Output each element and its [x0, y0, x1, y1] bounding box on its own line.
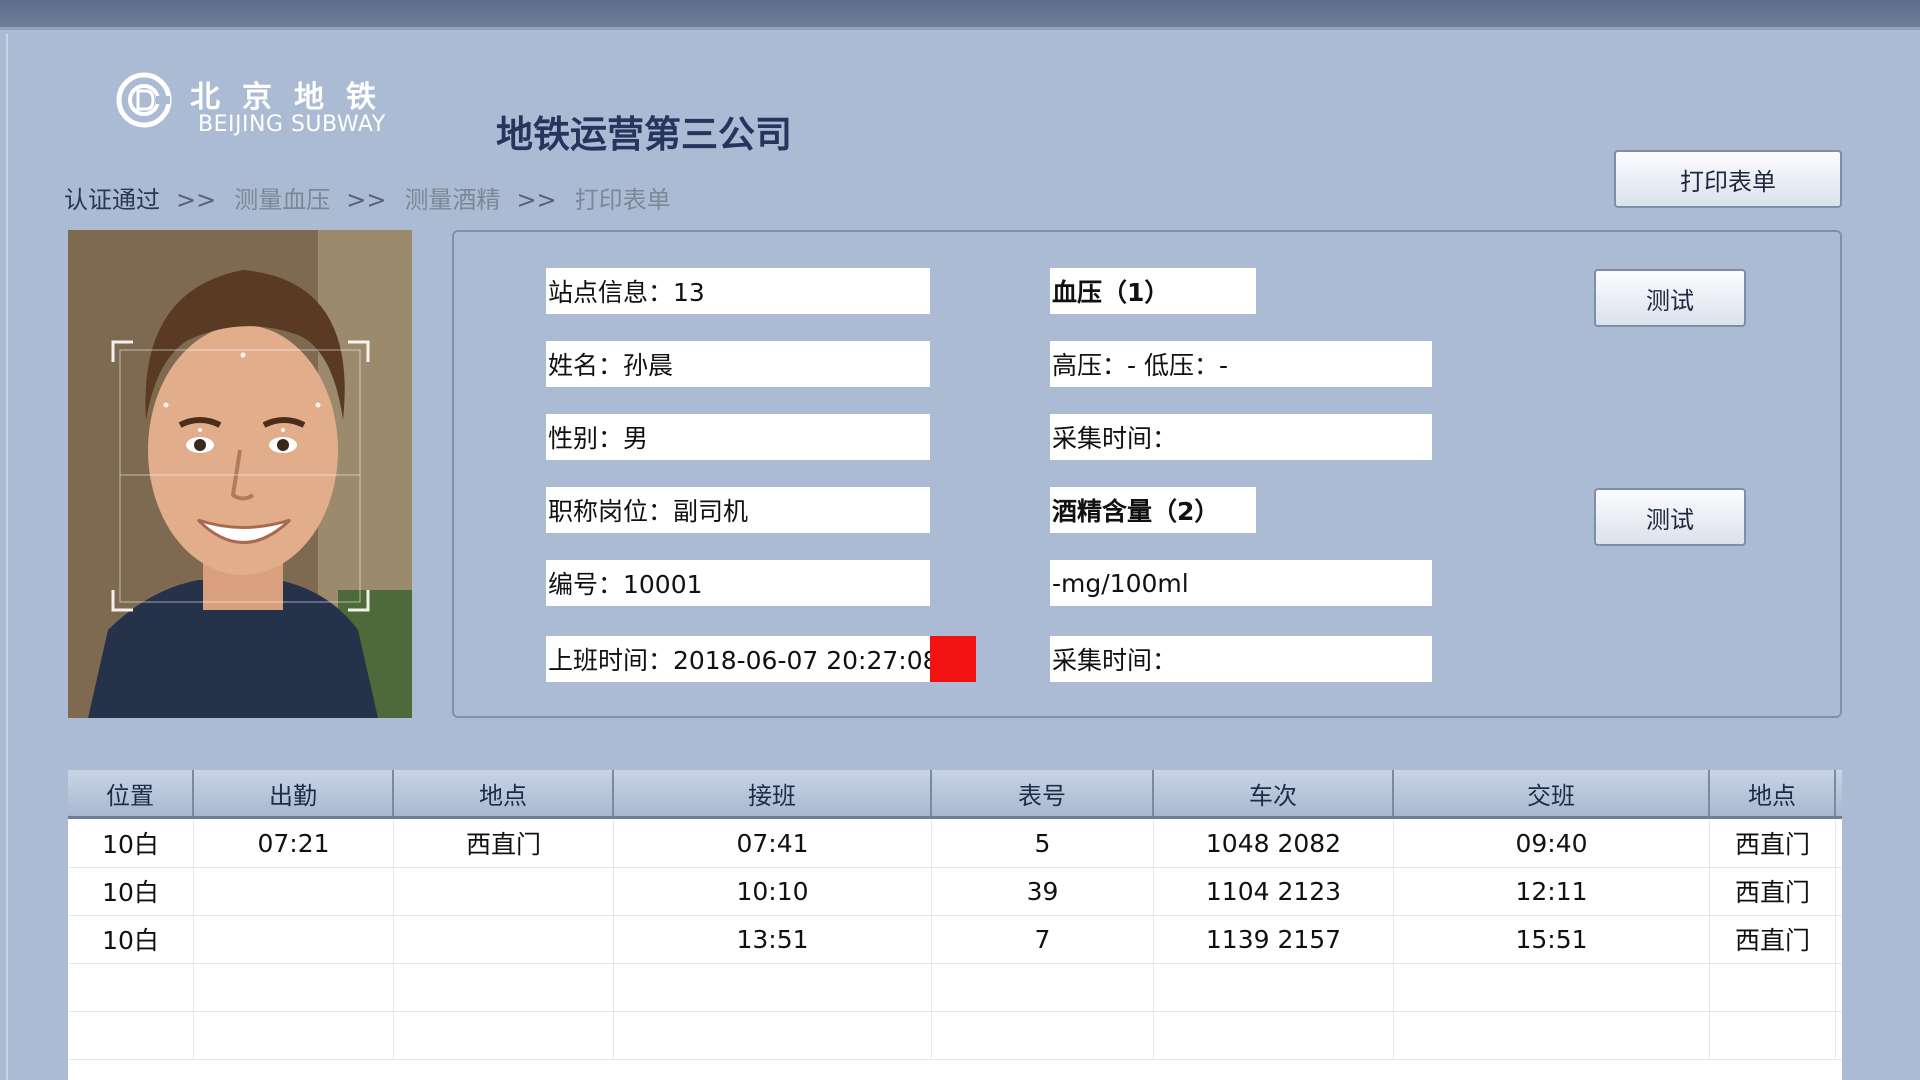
- table-cell: 10白: [68, 867, 194, 915]
- alcohol-title: 酒精含量（2）: [1050, 487, 1256, 533]
- alcohol-value: -mg/100ml: [1050, 560, 1432, 606]
- position-field: 职称岗位：副司机: [546, 487, 930, 533]
- table-cell: 西直门: [394, 819, 614, 867]
- breadcrumb-step-blood-pressure: 测量血压: [234, 186, 331, 214]
- test-alcohol-button[interactable]: 测试: [1594, 488, 1746, 546]
- alcohol-time: 采集时间：: [1050, 636, 1432, 682]
- blood-pressure-value: 高压：- 低压：-: [1050, 341, 1432, 387]
- window-frame: [6, 34, 8, 1080]
- table-row[interactable]: 10白 13:51 7 1139 2157 15:51 西直门: [68, 915, 1842, 964]
- column-header-train: 车次: [1154, 770, 1394, 816]
- breadcrumb-separator: >>: [346, 186, 387, 214]
- table-cell: 1048 2082: [1154, 819, 1394, 867]
- table-row[interactable]: 10白 10:10 39 1104 2123 12:11 西直门: [68, 867, 1842, 916]
- face-scan-image: [68, 230, 412, 718]
- table-cell: 5: [932, 819, 1154, 867]
- table-cell: 1139 2157: [1154, 915, 1394, 963]
- logo-chinese-text: 北京地铁: [190, 80, 398, 115]
- table-row-empty: [68, 1011, 1842, 1060]
- breadcrumb-step-auth: 认证通过: [64, 186, 160, 214]
- print-form-button[interactable]: 打印表单: [1614, 150, 1842, 208]
- table-cell: 07:21: [194, 819, 394, 867]
- column-header-location: 位置: [68, 770, 194, 816]
- table-cell: 15:51: [1394, 915, 1710, 963]
- column-header-handover: 交班: [1394, 770, 1710, 816]
- table-row[interactable]: 10白 07:21 西直门 07:41 5 1048 2082 09:40 西直…: [68, 819, 1842, 868]
- table-cell: 07:41: [614, 819, 932, 867]
- employee-number-field: 编号：10001: [546, 560, 930, 606]
- table-cell: 7: [932, 915, 1154, 963]
- column-header-meter: 表号: [932, 770, 1154, 816]
- table-cell: [394, 867, 614, 915]
- column-header-place-2: 地点: [1710, 770, 1836, 816]
- breadcrumb-step-alcohol: 测量酒精: [404, 186, 501, 214]
- table-cell: 10白: [68, 819, 194, 867]
- gender-field: 性别：男: [546, 414, 930, 460]
- table-cell: 西直门: [1710, 915, 1836, 963]
- blood-pressure-title: 血压（1）: [1050, 268, 1256, 314]
- table-header: 位置 出勤 地点 接班 表号 车次 交班 地点: [68, 770, 1842, 819]
- shift-table: 位置 出勤 地点 接班 表号 车次 交班 地点 10白 07:21 西直门 07…: [68, 770, 1842, 1080]
- table-cell: 1104 2123: [1154, 867, 1394, 915]
- logo-english-text: BEIJING SUBWAY: [198, 112, 386, 137]
- blood-pressure-time: 采集时间：: [1050, 414, 1432, 460]
- table-cell: 10白: [68, 915, 194, 963]
- breadcrumb-separator: >>: [176, 186, 217, 214]
- breadcrumb-separator: >>: [516, 186, 557, 214]
- table-cell: 10:10: [614, 867, 932, 915]
- table-row-empty: [68, 963, 1842, 1012]
- breadcrumb: 认证通过 >> 测量血压 >> 测量酒精 >> 打印表单: [64, 180, 671, 215]
- table-cell: [194, 867, 394, 915]
- start-time-field: 上班时间：2018-06-07 20:27:08: [546, 636, 939, 682]
- name-field: 姓名：孙晨: [546, 341, 930, 387]
- beijing-subway-logo-icon: [116, 72, 172, 128]
- breadcrumb-step-print: 打印表单: [574, 186, 671, 214]
- table-cell: [194, 915, 394, 963]
- company-title: 地铁运营第三公司: [496, 113, 792, 156]
- status-indicator: [930, 636, 976, 682]
- table-cell: 13:51: [614, 915, 932, 963]
- column-header-place: 地点: [394, 770, 614, 816]
- table-cell: 39: [932, 867, 1154, 915]
- table-cell: [394, 915, 614, 963]
- table-cell: 09:40: [1394, 819, 1710, 867]
- employee-photo: [68, 230, 412, 718]
- test-blood-pressure-button[interactable]: 测试: [1594, 269, 1746, 327]
- column-header-takeover: 接班: [614, 770, 932, 816]
- station-info-field: 站点信息：13: [546, 268, 930, 314]
- table-cell: 12:11: [1394, 867, 1710, 915]
- column-header-attendance: 出勤: [194, 770, 394, 816]
- window-title-bar: [0, 0, 1920, 30]
- table-cell: 西直门: [1710, 819, 1836, 867]
- table-cell: 西直门: [1710, 867, 1836, 915]
